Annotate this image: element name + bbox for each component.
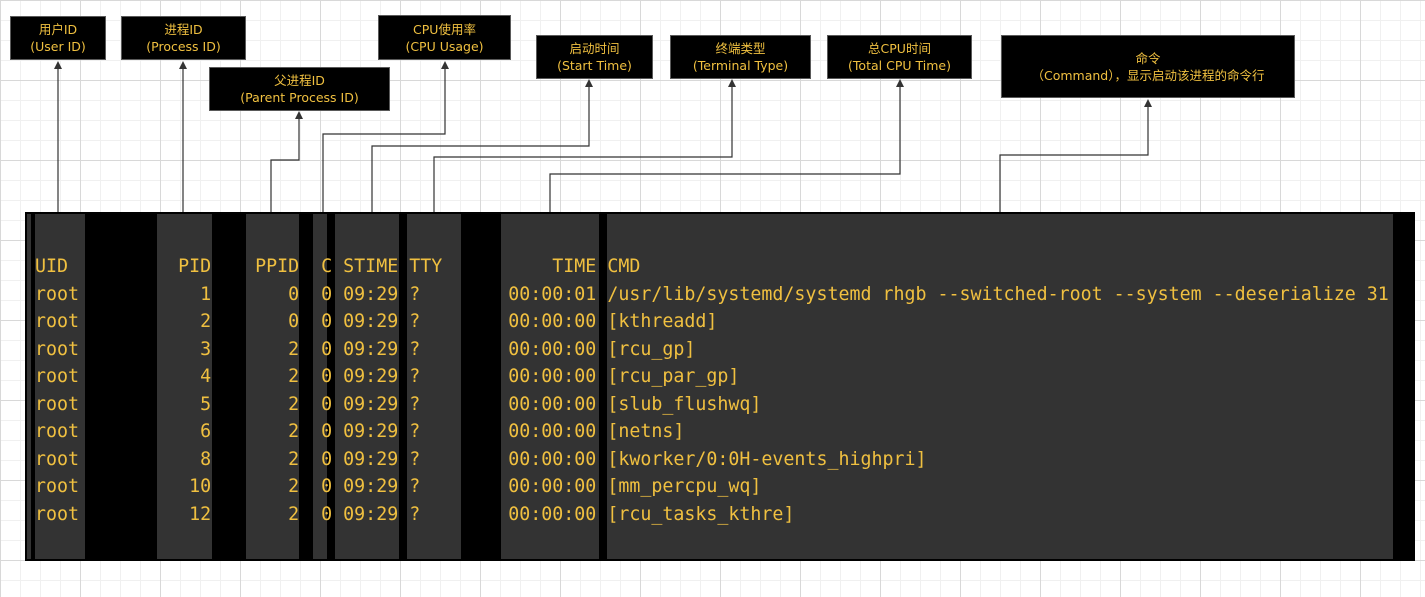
stime-connector (371, 79, 593, 212)
pid-label-cn: 进程ID (164, 22, 203, 37)
cmd-label-en: （Command），显示启动该进程的命令行 (1031, 67, 1265, 83)
uid-label-cn: 用户ID (38, 22, 78, 37)
pid-label-box: 进程ID (Process ID) (121, 16, 246, 60)
uid-label-en: (User ID) (30, 39, 86, 54)
time-connector (549, 79, 904, 212)
tty-label-box: 终端类型 (Terminal Type) (670, 35, 811, 79)
stime-label-en: (Start Time) (557, 58, 632, 73)
ppid-label-box: 父进程ID (Parent Process ID) (209, 67, 390, 111)
process-row: root 2 0 0 09:29 ? 00:00:00 [kthreadd] (35, 311, 718, 332)
ps-output-terminal: UID PID PPID C STIME TTY TIME CMD root 1 … (25, 212, 1415, 561)
process-row: root 8 2 0 09:29 ? 00:00:00 [kworker/0:0… (35, 448, 927, 470)
stime-label-cn: 启动时间 (569, 41, 620, 56)
time-label-cn: 总CPU时间 (868, 41, 931, 56)
column-separator (1393, 214, 1413, 559)
process-row: root 6 2 0 09:29 ? 00:00:00 [netns] (35, 421, 685, 442)
process-row: root 5 2 0 09:29 ? 00:00:00 [slub_flushw… (35, 393, 762, 415)
ppid-connector (270, 111, 303, 212)
ps-header-row: UID PID PPID C STIME TTY TIME CMD (35, 256, 641, 277)
tty-label-cn: 终端类型 (715, 41, 766, 56)
stime-label-box: 启动时间 (Start Time) (536, 35, 653, 79)
time-label-box: 总CPU时间 (Total CPU Time) (827, 35, 972, 79)
process-row: root 1 0 0 09:29 ? 00:00:01 /usr/lib/sys… (35, 283, 1389, 305)
ppid-label-en: (Parent Process ID) (240, 90, 359, 105)
process-row: root 12 2 0 09:29 ? 00:00:00 [rcu_tasks_… (35, 503, 795, 525)
process-row: root 4 2 0 09:29 ? 00:00:00 [rcu_par_gp] (35, 366, 740, 387)
ppid-label-cn: 父进程ID (274, 73, 325, 88)
cmd-label-box: 命令 （Command），显示启动该进程的命令行 (1001, 35, 1295, 98)
ps-output-text: UID PID PPID C STIME TTY TIME CMD root 1 … (35, 253, 1389, 528)
cmd-connector (999, 99, 1152, 212)
pid-label-en: (Process ID) (146, 39, 221, 54)
tty-connector (433, 79, 736, 212)
cmd-label-cn: 命令 (1135, 50, 1161, 66)
uid-label-box: 用户ID (User ID) (10, 16, 106, 60)
cpu-label-en: (CPU Usage) (405, 38, 484, 54)
process-row: root 3 2 0 09:29 ? 00:00:00 [rcu_gp] (35, 338, 696, 360)
tty-label-en: (Terminal Type) (692, 58, 789, 73)
process-row: root 10 2 0 09:29 ? 00:00:00 [mm_percpu_… (35, 476, 762, 497)
cpu-label-box: CPU使用率 (CPU Usage) (378, 15, 511, 60)
time-label-en: (Total CPU Time) (848, 58, 951, 73)
cpu-label-cn: CPU使用率 (413, 21, 476, 37)
